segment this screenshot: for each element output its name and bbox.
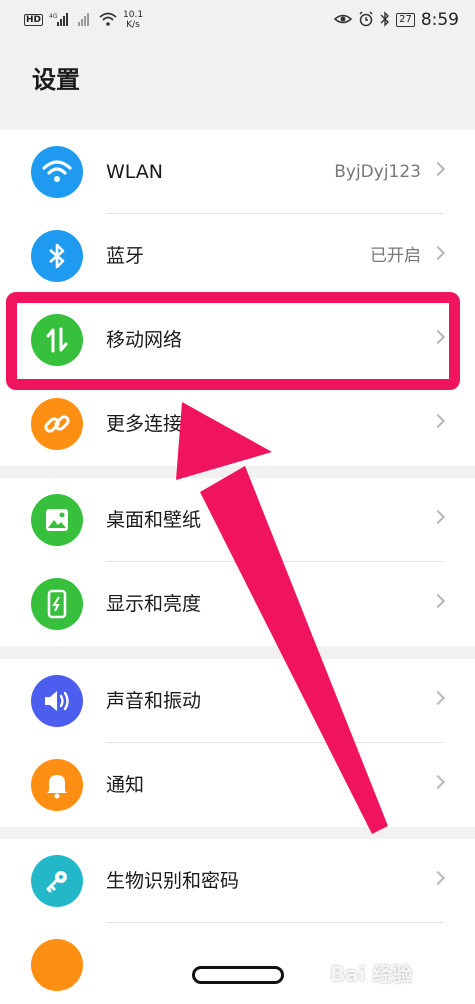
settings-item-label: 移动网络 — [106, 329, 183, 351]
settings-item-more-connections[interactable]: 更多连接 — [0, 382, 475, 466]
settings-item-value: ByjDyj123 — [334, 162, 421, 182]
speed-unit: K/s — [126, 20, 140, 30]
settings-item-label: 声音和振动 — [106, 690, 202, 712]
alarm-icon — [358, 10, 374, 30]
page-title: 设置 — [32, 66, 80, 94]
settings-item-label: 通知 — [106, 774, 145, 796]
wallpaper-icon — [31, 494, 83, 546]
net-type-label: 4G — [49, 13, 58, 20]
signal-icon: 4G — [49, 12, 71, 29]
settings-group-connectivity: WLAN ByjDyj123 蓝牙 已开启 移动网络 更多连接 — [0, 130, 475, 466]
settings-item-label: 桌面和壁纸 — [106, 509, 202, 531]
settings-item-biometrics-password[interactable]: 生物识别和密码 — [0, 839, 475, 923]
settings-item-sound-vibration[interactable]: 声音和振动 — [0, 659, 475, 743]
settings-item-home-wallpaper[interactable]: 桌面和壁纸 — [0, 478, 475, 562]
chevron-right-icon — [430, 413, 446, 429]
home-indicator[interactable] — [192, 966, 284, 984]
chevron-right-icon — [430, 870, 446, 886]
eye-icon — [333, 12, 353, 29]
hd-badge: HD — [24, 14, 44, 26]
settings-item-mobile-network[interactable]: 移动网络 — [0, 298, 475, 382]
status-right: 27 8:59 — [333, 10, 459, 30]
bluetooth-status-icon — [380, 10, 390, 30]
sound-icon — [31, 675, 83, 727]
settings-item-bluetooth[interactable]: 蓝牙 已开启 — [0, 214, 475, 298]
watermark: Bai 经验 — [330, 962, 413, 986]
chevron-right-icon — [430, 690, 446, 706]
settings-group-sound: 声音和振动 通知 — [0, 659, 475, 827]
settings-item-label: WLAN — [106, 161, 164, 183]
settings-item-notifications[interactable]: 通知 — [0, 743, 475, 827]
settings-item-display-brightness[interactable]: 显示和亮度 — [0, 562, 475, 646]
chevron-right-icon — [430, 593, 446, 609]
settings-item-wlan[interactable]: WLAN ByjDyj123 — [0, 130, 475, 214]
bell-icon — [31, 759, 83, 811]
bluetooth-icon — [31, 230, 83, 282]
network-speed: 10.1 K/s — [123, 10, 143, 30]
settings-item-label: 生物识别和密码 — [106, 870, 240, 892]
partial-icon — [31, 939, 83, 991]
wifi-icon — [31, 146, 83, 198]
chevron-right-icon — [430, 161, 446, 177]
settings-item-label: 蓝牙 — [106, 245, 145, 267]
chevron-right-icon — [430, 774, 446, 790]
status-bar: HD 4G 10.1 K/s 27 8:59 — [0, 0, 475, 40]
battery-level: 27 — [396, 13, 415, 27]
link-icon — [31, 398, 83, 450]
settings-group-display: 桌面和壁纸 显示和亮度 — [0, 478, 475, 646]
key-icon — [31, 855, 83, 907]
status-left: HD 4G 10.1 K/s — [24, 10, 143, 30]
display-icon — [31, 578, 83, 630]
speed-value: 10.1 — [123, 10, 144, 20]
signal-2-icon — [77, 12, 93, 29]
settings-item-label: 显示和亮度 — [106, 593, 202, 615]
chevron-right-icon — [430, 329, 446, 345]
chevron-right-icon — [430, 509, 446, 525]
chevron-right-icon — [430, 245, 446, 261]
clock: 8:59 — [420, 10, 459, 30]
settings-item-label: 更多连接 — [106, 413, 183, 435]
wifi-status-icon — [99, 12, 117, 29]
mobile-data-icon — [31, 314, 83, 366]
settings-item-value: 已开启 — [370, 246, 421, 266]
